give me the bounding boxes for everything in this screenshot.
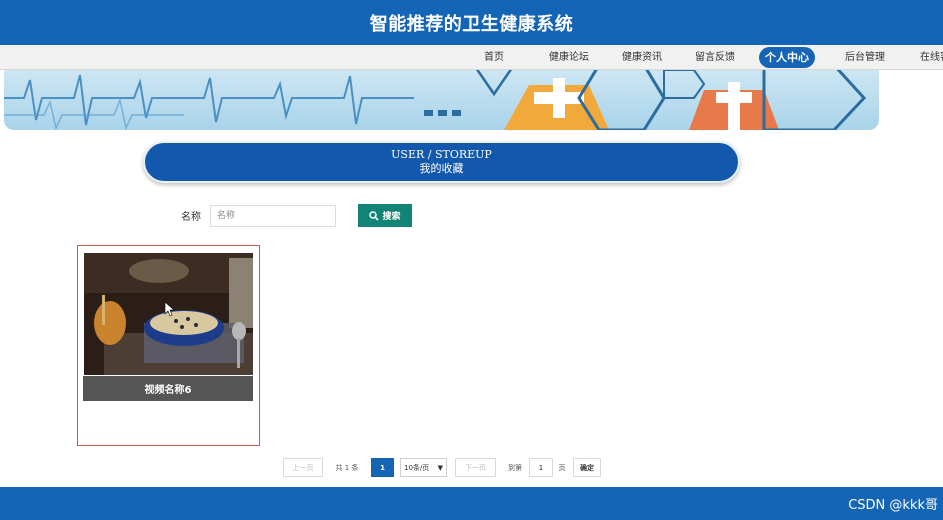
section-title-en: USER / STOREUP [391, 148, 492, 161]
watermark: CSDN @kkk哥 [848, 498, 938, 513]
nav-item-forum[interactable]: 健康论坛 [549, 48, 589, 68]
hero-banner [4, 70, 879, 130]
banner-medical-graphic [4, 70, 867, 130]
card-thumbnail [84, 253, 253, 375]
nav-item-news[interactable]: 健康资讯 [622, 48, 662, 68]
search-button[interactable]: 搜索 [358, 204, 412, 227]
top-header-bar: 智能推荐的卫生健康系统 [0, 0, 943, 45]
nav-item-home[interactable]: 首页 [484, 48, 504, 68]
pagination-goto-label: 到第 [508, 463, 522, 472]
pagination-confirm-button[interactable]: 确定 [573, 458, 601, 477]
search-button-label: 搜索 [382, 212, 401, 222]
card-title: 视频名称6 [83, 376, 253, 401]
search-label: 名称 [181, 212, 201, 223]
card-food-photo [84, 253, 253, 375]
chevron-down-icon: ▼ [437, 463, 443, 472]
page-size-select[interactable]: 10条/页 ▼ [400, 458, 447, 477]
search-icon [369, 210, 380, 221]
search-input[interactable] [210, 205, 336, 227]
page-size-value: 10条/页 [404, 463, 430, 472]
nav-item-admin[interactable]: 后台管理 [845, 48, 885, 68]
section-title-cn: 我的收藏 [419, 162, 464, 175]
pagination-current-page[interactable]: 1 [371, 458, 394, 477]
nav-item-personal-center[interactable]: 个人中心 [759, 47, 815, 68]
main-navigation: 首页 健康论坛 健康资讯 留言反馈 个人中心 后台管理 在线客 [0, 45, 943, 70]
pagination-prev-button[interactable]: 上一页 [283, 458, 323, 477]
pagination-goto-input[interactable]: 1 [529, 458, 553, 477]
nav-item-feedback[interactable]: 留言反馈 [695, 48, 735, 68]
site-title: 智能推荐的卫生健康系统 [369, 13, 574, 35]
pagination-total: 共 1 条 [335, 463, 359, 472]
footer-bar [0, 487, 943, 520]
section-header: USER / STOREUP 我的收藏 [143, 141, 740, 183]
pagination-next-button[interactable]: 下一页 [455, 458, 496, 477]
favorite-card[interactable]: 视频名称6 [77, 245, 260, 446]
pagination: 上一页 共 1 条 1 10条/页 ▼ 下一页 到第 1 页 确定 [0, 458, 943, 478]
pagination-page-unit: 页 [558, 463, 566, 472]
nav-item-online-service[interactable]: 在线客 [920, 48, 943, 68]
